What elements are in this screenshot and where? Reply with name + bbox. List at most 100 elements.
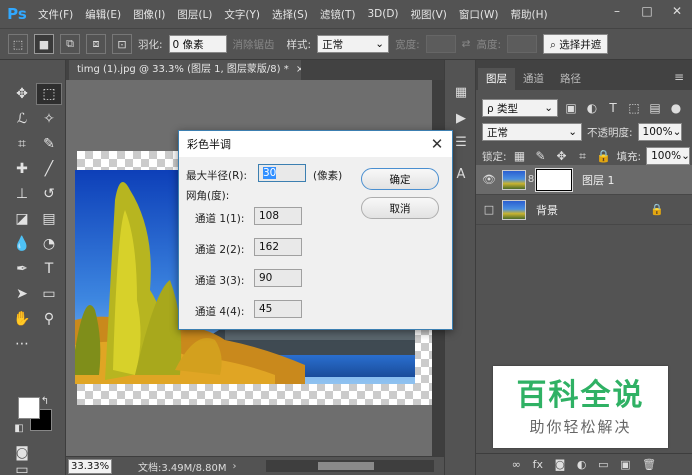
zoom-level-field[interactable]: 33.33% — [68, 458, 112, 474]
lock-all-icon[interactable]: 🔒 — [596, 149, 612, 163]
menu-image[interactable]: 图像(I) — [127, 7, 171, 22]
menu-3d[interactable]: 3D(D) — [361, 8, 404, 20]
history-panel-icon[interactable]: ▦ — [451, 82, 471, 102]
cancel-button[interactable]: 取消 — [361, 197, 439, 219]
menu-type[interactable]: 文字(Y) — [218, 7, 266, 22]
panel-menu-icon[interactable]: ≡ — [674, 70, 684, 84]
magic-wand-tool-icon[interactable]: ✧ — [36, 108, 62, 130]
rectangle-tool-icon[interactable]: ▭ — [36, 283, 62, 305]
layer-thumbnail[interactable] — [502, 169, 526, 190]
status-menu-arrow-icon[interactable]: › — [233, 461, 237, 472]
style-select[interactable]: 正常 ⌄ — [317, 35, 390, 53]
new-group-icon[interactable]: ▭ — [598, 458, 608, 471]
rectangular-marquee-tool-icon[interactable]: ⬚ — [36, 83, 62, 105]
menu-select[interactable]: 选择(S) — [266, 7, 314, 22]
pen-tool-icon[interactable]: ✒ — [9, 258, 35, 280]
channel3-input[interactable]: 90 — [254, 269, 302, 287]
dialog-titlebar[interactable]: 彩色半调 ✕ — [179, 131, 452, 157]
menu-file[interactable]: 文件(F) — [32, 7, 79, 22]
intersect-selection-icon[interactable]: ⊡ — [112, 34, 132, 54]
filter-toggle-icon[interactable]: ● — [668, 101, 684, 115]
actions-play-icon[interactable]: ▶ — [451, 108, 471, 128]
properties-panel-icon[interactable]: ☰ — [451, 132, 471, 152]
menu-help[interactable]: 帮助(H) — [505, 7, 554, 22]
lasso-tool-icon[interactable]: ℒ — [9, 108, 35, 130]
dialog-close-button[interactable]: ✕ — [422, 131, 452, 157]
max-radius-input[interactable]: 30 — [258, 164, 306, 182]
antialias-checkbox-label[interactable]: 消除锯齿 — [233, 37, 275, 52]
add-selection-icon[interactable]: ⧉ — [60, 34, 80, 54]
layer-row-background[interactable]: □ 背景 🔒 — [476, 195, 692, 225]
menu-edit[interactable]: 编辑(E) — [79, 7, 127, 22]
feather-input[interactable]: 0 像素 — [168, 35, 227, 53]
zoom-tool-icon[interactable]: ⚲ — [36, 308, 62, 330]
maximize-button[interactable]: □ — [632, 0, 662, 24]
layer-style-icon[interactable]: fx — [533, 458, 543, 471]
hand-tool-icon[interactable]: ✋ — [9, 308, 35, 330]
lock-position-icon[interactable]: ✥ — [554, 149, 570, 163]
filter-type-icon[interactable]: T — [605, 101, 621, 115]
height-input[interactable] — [507, 35, 537, 53]
ok-button[interactable]: 确定 — [361, 168, 439, 190]
eraser-tool-icon[interactable]: ◪ — [9, 208, 35, 230]
eye-icon[interactable]: 👁 — [476, 173, 502, 186]
brush-tool-icon[interactable]: ╱ — [36, 158, 62, 180]
width-input[interactable] — [425, 35, 456, 53]
lock-artboard-icon[interactable]: ⌗ — [575, 149, 591, 164]
tab-channels[interactable]: 通道 — [515, 68, 552, 90]
horizontal-scroll-thumb[interactable] — [318, 462, 374, 470]
tab-paths[interactable]: 路径 — [552, 68, 589, 90]
layer-thumbnail[interactable] — [502, 199, 526, 220]
menu-layer[interactable]: 图层(L) — [171, 7, 218, 22]
gradient-tool-icon[interactable]: ▤ — [36, 208, 62, 230]
menu-view[interactable]: 视图(V) — [405, 7, 453, 22]
default-colors-icon[interactable]: ◧ — [12, 422, 26, 434]
swap-colors-icon[interactable]: ↰ — [38, 395, 52, 407]
blend-mode-select[interactable]: 正常 ⌄ — [482, 123, 582, 141]
select-and-mask-button[interactable]: ⌕ 选择并遮 — [543, 34, 609, 54]
chain-link-icon[interactable]: 8 — [526, 174, 536, 185]
layer-row-layer1[interactable]: 👁 8 图层 1 — [476, 165, 692, 195]
layer-mask-thumbnail[interactable] — [535, 167, 573, 192]
lock-transparent-icon[interactable]: ▦ — [512, 149, 528, 163]
menu-filter[interactable]: 滤镜(T) — [314, 7, 362, 22]
minimize-button[interactable]: – — [602, 0, 632, 24]
adjustment-layer-icon[interactable]: ◐ — [577, 458, 587, 471]
menu-window[interactable]: 窗口(W) — [453, 7, 505, 22]
move-tool-icon[interactable]: ✥ — [9, 83, 35, 105]
eyedropper-tool-icon[interactable]: ✎ — [36, 133, 62, 155]
dodge-tool-icon[interactable]: ◔ — [36, 233, 62, 255]
filter-adjustment-icon[interactable]: ◐ — [584, 101, 600, 115]
character-panel-icon[interactable]: A — [451, 164, 471, 184]
more-tools-icon[interactable]: ⋯ — [9, 333, 35, 355]
type-tool-icon[interactable]: T — [36, 258, 62, 280]
healing-brush-tool-icon[interactable]: ✚ — [9, 158, 35, 180]
layer-name[interactable]: 图层 1 — [582, 172, 615, 188]
filter-shape-icon[interactable]: ⬚ — [626, 101, 642, 115]
channel2-input[interactable]: 162 — [254, 238, 302, 256]
channel4-input[interactable]: 45 — [254, 300, 302, 318]
opacity-input[interactable]: 100% ⌄ — [637, 123, 682, 141]
fill-input[interactable]: 100% ⌄ — [646, 147, 691, 165]
new-selection-icon[interactable]: ■ — [34, 34, 54, 54]
history-brush-tool-icon[interactable]: ↺ — [36, 183, 62, 205]
crop-tool-icon[interactable]: ⌗ — [9, 133, 35, 155]
close-tab-icon[interactable]: × — [296, 64, 301, 75]
document-tab[interactable]: timg (1).jpg @ 33.3% (图层 1, 图层蒙版/8) * × — [69, 60, 301, 80]
lock-image-icon[interactable]: ✎ — [533, 149, 549, 163]
filter-smart-object-icon[interactable]: ▤ — [647, 101, 663, 115]
layer-name[interactable]: 背景 — [536, 202, 558, 218]
marquee-tool-preset-icon[interactable]: ⬚ — [8, 34, 28, 54]
quick-mask-icon[interactable]: ◙ — [9, 442, 35, 464]
tab-layers[interactable]: 图层 — [478, 68, 515, 90]
new-layer-icon[interactable]: ▣ — [620, 458, 630, 471]
foreground-color-swatch[interactable] — [18, 397, 40, 419]
channel1-input[interactable]: 108 — [254, 207, 302, 225]
layer-filter-select[interactable]: ρ 类型 ⌄ — [482, 99, 558, 117]
path-selection-tool-icon[interactable]: ➤ — [9, 283, 35, 305]
delete-layer-icon[interactable]: 🗑 — [642, 458, 656, 471]
close-window-button[interactable]: ✕ — [662, 0, 692, 24]
add-mask-icon[interactable]: ◙ — [555, 458, 566, 471]
blur-tool-icon[interactable]: 💧 — [9, 233, 35, 255]
visibility-toggle-empty[interactable]: □ — [476, 203, 502, 216]
